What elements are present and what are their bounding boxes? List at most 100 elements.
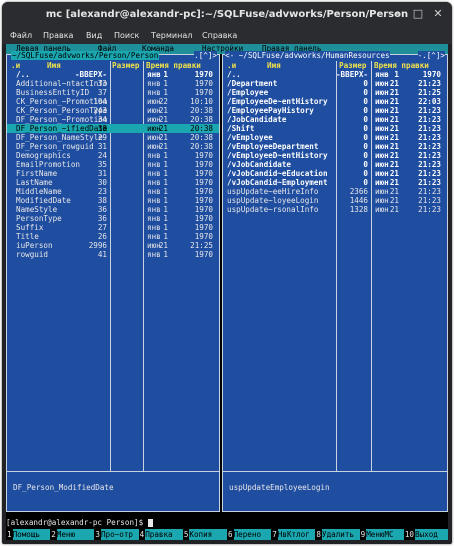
- directory-row[interactable]: /EmployeeDe~entHistory 0 июн 21 22:03: [223, 97, 447, 106]
- fkey-4[interactable]: 4 Правка: [138, 529, 183, 540]
- row-name: NameStyle: [16, 205, 58, 214]
- fkey-3[interactable]: 3 Про~отр: [94, 529, 139, 540]
- left-panel[interactable]: ~/SQLFuse/advworks/Person/Person .[^]> .…: [6, 51, 220, 512]
- file-row[interactable]: uspUpdate~rsonalInfo 1328 июн 21 21:23: [223, 205, 447, 214]
- file-row[interactable]: CK_Person_PersonType 243 июн 21 20:38: [7, 106, 219, 115]
- header-size[interactable]: Размер: [339, 61, 366, 70]
- row-size: 36: [97, 205, 107, 214]
- header-size[interactable]: Размер: [112, 61, 139, 70]
- file-row[interactable]: LastName 30 янв 1 1970: [7, 178, 219, 187]
- row-size: 35: [97, 160, 107, 169]
- row-month: янв: [147, 223, 161, 232]
- menu-view[interactable]: Вид: [86, 31, 102, 40]
- directory-row[interactable]: /vEmployeeD~entHistory 0 июн 21 21:23: [223, 151, 447, 160]
- window-title: mc [alexandr@alexandr-pc]:~/SQLFuse/advw…: [45, 9, 409, 20]
- fkey-10[interactable]: 10 Выход: [403, 529, 448, 540]
- file-row[interactable]: DF_Person_~Promotion 34 июн 21 20:38: [7, 115, 219, 124]
- row-time: 21:23: [418, 106, 441, 115]
- row-size: 0: [363, 151, 368, 160]
- header-flag[interactable]: .и: [11, 61, 20, 70]
- file-row[interactable]: FirstName 31 янв 1 1970: [7, 169, 219, 178]
- menu-terminal[interactable]: Терминал: [151, 31, 192, 40]
- right-panel[interactable]: <- ~/SQLFuse/advworks/HumanResources -.[…: [222, 51, 448, 512]
- minimize-icon[interactable]: –: [392, 8, 404, 20]
- header-time[interactable]: Время правки: [374, 61, 429, 70]
- directory-row[interactable]: /.. -ВВЕРХ-янв 1 1970: [223, 70, 447, 79]
- directory-row[interactable]: /Employee 0 июн 21 21:25: [223, 88, 447, 97]
- row-month: янв: [147, 187, 161, 196]
- menu-file[interactable]: Файл: [10, 31, 32, 40]
- file-row[interactable]: DF_Person_NameStyle 29 июн 21 20:38: [7, 133, 219, 142]
- row-size: 36: [97, 214, 107, 223]
- directory-row[interactable]: /vJobCandidate 0 июн 21 21:23: [223, 160, 447, 169]
- directory-row[interactable]: /vEmployee 0 июн 21 21:23: [223, 133, 447, 142]
- directory-row[interactable]: /Department 0 июн 21 21:23: [223, 79, 447, 88]
- file-row[interactable]: CK_Person_~Promotion 104 июн 22 10:10: [7, 97, 219, 106]
- file-row[interactable]: Title 26 янв 1 1970: [7, 232, 219, 241]
- row-size: 0: [363, 79, 368, 88]
- row-month: июн: [375, 187, 389, 196]
- terminal-menubar: Файл Правка Вид Поиск Терминал Справка: [2, 28, 452, 44]
- menu-edit[interactable]: Правка: [43, 31, 73, 40]
- directory-row[interactable]: /vJobCandid~eEducation 0 июн 21 21:23: [223, 169, 447, 178]
- fkey-7[interactable]: 7 НвКтлог: [271, 529, 316, 540]
- row-size: 37: [97, 88, 107, 97]
- row-day: 1: [163, 79, 168, 88]
- file-row[interactable]: ModifiedDate 38 янв 1 1970: [7, 196, 219, 205]
- file-row[interactable]: uspUpdate~eeHireInfo 2366 июн 21 21:23: [223, 187, 447, 196]
- file-row[interactable]: rowguid 41 янв 1 1970: [7, 250, 219, 259]
- row-size: -ВВЕРХ-: [335, 70, 368, 79]
- row-month: янв: [147, 88, 161, 97]
- fkey-2[interactable]: 2 Меню: [50, 529, 95, 540]
- menu-help[interactable]: Справка: [202, 31, 237, 40]
- terminal-area[interactable]: Левая панель Файл Команда Настройки Прав…: [6, 44, 448, 540]
- file-row[interactable]: Additional~ntactInfo 33 янв 1 1970: [7, 79, 219, 88]
- file-row[interactable]: Demographics 24 янв 1 1970: [7, 151, 219, 160]
- fkey-5[interactable]: 5 Копия: [182, 529, 228, 540]
- row-day: 21: [389, 79, 399, 88]
- directory-row[interactable]: /vJobCandid~Employment 0 июн 21 21:23: [223, 178, 447, 187]
- menu-search[interactable]: Поиск: [114, 31, 139, 40]
- file-row[interactable]: DF_Person_rowguid 31 июн 21 20:38: [7, 142, 219, 151]
- directory-row[interactable]: /Shift 0 июн 21 21:23: [223, 124, 447, 133]
- header-name[interactable]: Имя: [267, 61, 281, 70]
- shell-prompt[interactable]: [alexandr@alexandr-pc Person]$: [6, 518, 448, 527]
- status-separator: [223, 471, 447, 472]
- file-row[interactable]: MiddleName 23 янв 1 1970: [7, 187, 219, 196]
- file-row[interactable]: Suffix 27 янв 1 1970: [7, 223, 219, 232]
- file-row[interactable]: NameStyle 36 янв 1 1970: [7, 205, 219, 214]
- fkey-1[interactable]: 1 Помощь: [6, 529, 51, 540]
- file-row[interactable]: EmailPromotion 35 янв 1 1970: [7, 160, 219, 169]
- title-bar[interactable]: mc [alexandr@alexandr-pc]:~/SQLFuse/advw…: [2, 2, 452, 28]
- file-row[interactable]: uspUpdate~loyeeLogin 1446 июн 21 21:23: [223, 196, 447, 205]
- right-panel-corner[interactable]: -.[^]>: [417, 51, 445, 60]
- fkey-number: 9: [359, 529, 367, 540]
- header-name[interactable]: Имя: [47, 61, 61, 70]
- row-name: DF_Person_rowguid: [16, 142, 94, 151]
- file-row[interactable]: BusinessEntityID 37 янв 1 1970: [7, 88, 219, 97]
- file-row[interactable]: DF_Person_~ifiedDate 38 июн 21 20:38: [7, 124, 219, 133]
- close-icon[interactable]: ✕: [432, 8, 444, 20]
- file-row[interactable]: iuPerson 2996 июн 21 21:25: [7, 241, 219, 250]
- row-day: 21: [389, 151, 399, 160]
- row-time: 1970: [194, 214, 213, 223]
- directory-row[interactable]: /JobCandidate 0 июн 21 21:23: [223, 115, 447, 124]
- left-panel-corner[interactable]: .[^]>: [194, 51, 217, 60]
- row-month: июн: [375, 196, 389, 205]
- row-day: 21: [389, 133, 399, 142]
- fkey-6[interactable]: 6 Перено: [227, 529, 272, 540]
- file-row[interactable]: PersonType 36 янв 1 1970: [7, 214, 219, 223]
- maximize-icon[interactable]: □: [412, 8, 424, 20]
- row-day: 21: [389, 178, 399, 187]
- directory-row[interactable]: /.. -ВВЕРХ-янв 1 1970: [7, 70, 219, 79]
- row-day: 21: [158, 124, 168, 133]
- fkey-9[interactable]: 9 МенюMC: [359, 529, 404, 540]
- header-flag[interactable]: .и: [227, 61, 236, 70]
- row-time: 1970: [194, 169, 213, 178]
- row-name: BusinessEntityID: [16, 88, 90, 97]
- header-time[interactable]: Время правки: [146, 61, 201, 70]
- directory-row[interactable]: /vEmployeeDepartment 0 июн 21 21:23: [223, 142, 447, 151]
- fkey-8[interactable]: 8 Удалить: [315, 529, 360, 540]
- row-time: 1970: [422, 70, 441, 79]
- directory-row[interactable]: /EmployeePayHistory 0 июн 21 21:23: [223, 106, 447, 115]
